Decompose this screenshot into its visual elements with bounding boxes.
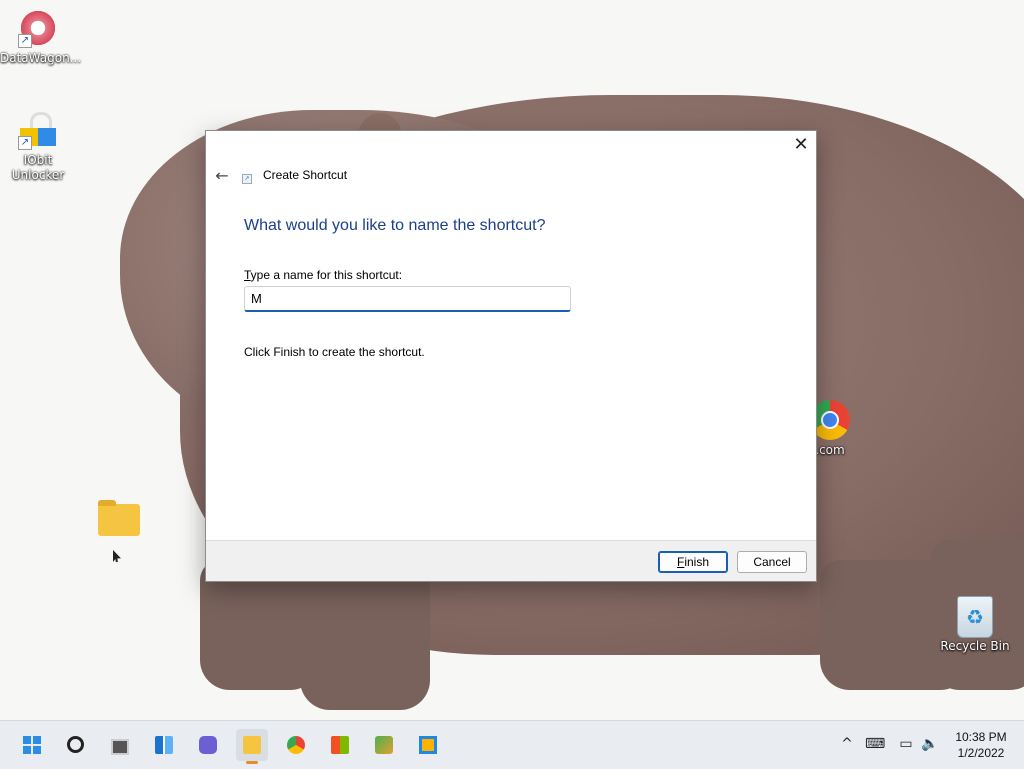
windows-logo-icon: [23, 736, 41, 754]
desktop-icon-datawagon[interactable]: ↗ DataWagon...: [0, 8, 82, 66]
desktop-icon-label: Recycle Bin: [940, 639, 1010, 653]
finish-button[interactable]: Finish: [658, 551, 728, 573]
search-button[interactable]: [60, 729, 92, 761]
app-icon: [419, 736, 437, 754]
widgets-icon: [155, 736, 173, 754]
show-hidden-icons-chevron-icon[interactable]: ^: [838, 736, 856, 752]
folder-icon: [243, 736, 261, 754]
shortcut-arrow-icon: ↗: [18, 136, 32, 150]
file-explorer-button[interactable]: [236, 729, 268, 764]
clock-time: 10:38 PM: [955, 730, 1007, 744]
desktop-icon-recycle-bin[interactable]: ♻ Recycle Bin: [937, 596, 1013, 654]
shortcut-name-input[interactable]: [244, 286, 571, 312]
volume-icon[interactable]: 🔈: [921, 736, 939, 752]
shortcut-name-label: Type a name for this shortcut:: [244, 268, 402, 282]
task-view-icon: [111, 739, 129, 755]
app-button[interactable]: [368, 729, 400, 761]
task-view-button[interactable]: [104, 729, 136, 761]
datawagon-icon: ↗: [18, 8, 58, 48]
app-icon: [375, 736, 393, 754]
iobit-unlocker-icon: ↗: [18, 110, 58, 150]
back-arrow-icon[interactable]: ←: [212, 167, 232, 185]
finish-hint: Click Finish to create the shortcut.: [244, 345, 425, 359]
button-label: inish: [684, 555, 710, 569]
chrome-button[interactable]: [280, 729, 312, 761]
recycle-bin-icon: ♻: [955, 596, 995, 638]
app-button[interactable]: [412, 729, 444, 761]
chat-button[interactable]: [192, 729, 224, 761]
desktop-icon-label: DataWagon...: [0, 51, 82, 65]
start-button[interactable]: [16, 729, 48, 761]
taskbar: ^ ⌨ ▭ 🔈 10:38 PM 1/2/2022: [0, 720, 1024, 769]
network-icon[interactable]: ▭: [897, 736, 915, 752]
chrome-icon: [287, 736, 305, 754]
widgets-button[interactable]: [148, 729, 180, 761]
store-icon: [331, 736, 349, 754]
clock-date: 1/2/2022: [957, 746, 1005, 760]
cancel-button[interactable]: Cancel: [737, 551, 807, 573]
desktop-icon-folder[interactable]: [80, 500, 156, 547]
page-heading: What would you like to name the shortcut…: [244, 217, 546, 234]
keyboard-icon[interactable]: ⌨: [865, 736, 885, 752]
shortcut-arrow-icon: ↗: [18, 34, 32, 48]
wallpaper-hippo-leg: [300, 570, 430, 710]
desktop: ↗ DataWagon... ↗ IObit Unlocker .com ♻ R…: [0, 0, 1024, 720]
mouse-cursor-icon: [113, 550, 121, 562]
close-button[interactable]: ✕: [790, 135, 812, 157]
desktop-icon-iobit-unlocker[interactable]: ↗ IObit Unlocker: [0, 110, 76, 183]
desktop-icon-label: IObit Unlocker: [11, 153, 65, 182]
store-button[interactable]: [324, 729, 356, 761]
dialog-title: Create Shortcut: [263, 168, 348, 182]
folder-icon: [98, 500, 140, 544]
shortcut-wizard-icon: ↗: [242, 174, 252, 184]
search-icon: [67, 736, 84, 753]
chat-icon: [199, 736, 217, 754]
create-shortcut-dialog: ✕ ← ↗ Create Shortcut What would you lik…: [205, 130, 817, 582]
clock[interactable]: 10:38 PM 1/2/2022: [950, 729, 1012, 761]
dialog-footer: Finish Cancel: [206, 540, 816, 581]
label-text: ype a name for this shortcut:: [250, 268, 403, 282]
mnemonic-letter: T: [244, 268, 251, 282]
